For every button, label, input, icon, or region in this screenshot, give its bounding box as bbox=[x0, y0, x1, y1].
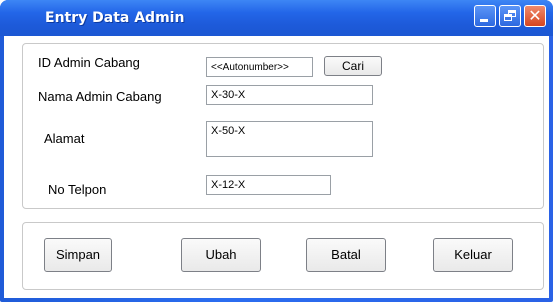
restore-icon-front bbox=[504, 14, 512, 21]
alamat-field[interactable]: X-50-X bbox=[206, 121, 373, 157]
nama-admin-cabang-label: Nama Admin Cabang bbox=[38, 89, 162, 104]
admin-data-form: ID Admin Cabang <<Autonumber>> Cari Nama… bbox=[22, 43, 544, 209]
simpan-button[interactable]: Simpan bbox=[44, 238, 112, 272]
no-telpon-label: No Telpon bbox=[48, 182, 107, 197]
no-telpon-field[interactable]: X-12-X bbox=[206, 175, 331, 195]
maximize-button[interactable] bbox=[499, 5, 521, 27]
window-client-area: ID Admin Cabang <<Autonumber>> Cari Nama… bbox=[4, 36, 549, 298]
title-bar[interactable]: Entry Data Admin ✕ bbox=[0, 0, 553, 36]
entry-data-admin-window: Entry Data Admin ✕ ID Admin Cabang <<Aut… bbox=[0, 0, 553, 302]
close-icon: ✕ bbox=[528, 6, 542, 25]
alamat-label: Alamat bbox=[44, 131, 85, 146]
minimize-icon bbox=[480, 19, 488, 22]
keluar-button[interactable]: Keluar bbox=[433, 238, 513, 272]
id-admin-cabang-field[interactable]: <<Autonumber>> bbox=[206, 57, 313, 77]
ubah-button[interactable]: Ubah bbox=[181, 238, 261, 272]
search-button[interactable]: Cari bbox=[324, 56, 382, 76]
close-button[interactable]: ✕ bbox=[524, 5, 546, 27]
action-button-panel: Simpan Ubah Batal Keluar bbox=[22, 222, 544, 290]
minimize-button[interactable] bbox=[474, 5, 496, 27]
window-title: Entry Data Admin bbox=[45, 10, 185, 26]
batal-button[interactable]: Batal bbox=[306, 238, 386, 272]
nama-admin-cabang-field[interactable]: X-30-X bbox=[206, 85, 373, 105]
id-admin-cabang-label: ID Admin Cabang bbox=[38, 55, 140, 70]
